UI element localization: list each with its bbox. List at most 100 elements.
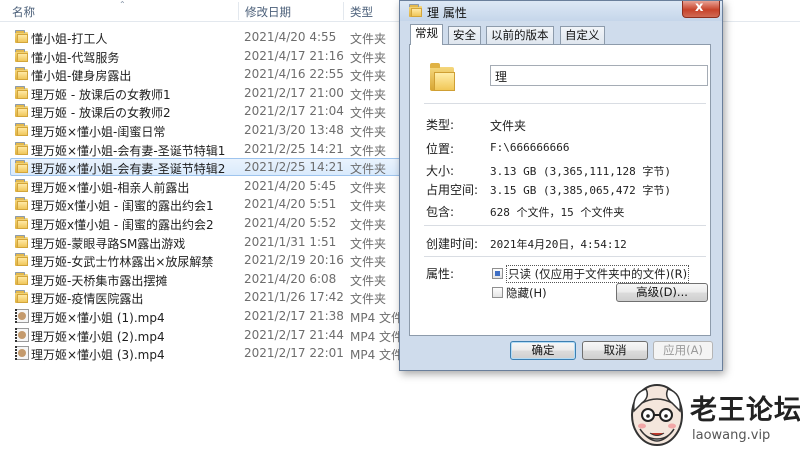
watermark: 老王论坛 laowang.vip bbox=[626, 378, 800, 458]
file-date: 2021/4/16 22:55 bbox=[244, 67, 344, 82]
properties-dialog: 理 属性 x 常规 安全 以前的版本 自定义 理 类型: 文件夹 位置: F:\… bbox=[399, 0, 723, 371]
readonly-label[interactable]: 只读 (仅应用于文件夹中的文件)(R) bbox=[506, 265, 690, 283]
file-type: 文件夹 bbox=[350, 124, 387, 139]
file-type: MP4 文件 bbox=[350, 329, 404, 344]
file-name: 理万姬×懂小姐-会有妻-圣诞节特辑2 bbox=[31, 162, 226, 177]
file-type: 文件夹 bbox=[350, 292, 387, 307]
location-label: 位置: bbox=[426, 142, 455, 156]
file-name: 理万姬x懂小姐 - 闺蜜的露出约会2 bbox=[31, 217, 214, 232]
file-date: 2021/2/17 21:38 bbox=[244, 308, 344, 323]
file-date: 2021/3/20 13:48 bbox=[244, 122, 344, 137]
file-date: 2021/2/17 21:00 bbox=[244, 85, 344, 100]
cancel-button[interactable]: 取消 bbox=[582, 341, 648, 360]
folder-icon bbox=[14, 271, 30, 286]
file-name: 懂小姐-代驾服务 bbox=[31, 50, 120, 65]
folder-icon bbox=[14, 141, 30, 156]
old-man-avatar-icon bbox=[631, 384, 683, 446]
file-date: 2021/4/17 21:16 bbox=[244, 48, 344, 63]
tab-general[interactable]: 常规 bbox=[410, 24, 443, 45]
disk-size-value: 3.15 GB (3,385,065,472 字节) bbox=[490, 184, 671, 197]
file-type: MP4 文件 bbox=[350, 310, 404, 325]
folder-icon bbox=[14, 85, 30, 100]
close-button[interactable]: x bbox=[682, 0, 720, 18]
hidden-checkbox[interactable] bbox=[492, 287, 503, 298]
watermark-url: laowang.vip bbox=[692, 428, 771, 443]
folder-icon bbox=[14, 178, 30, 193]
file-type: 文件夹 bbox=[350, 180, 387, 195]
general-panel: 理 类型: 文件夹 位置: F:\666666666 大小: 3.13 GB (… bbox=[409, 44, 711, 336]
folder-icon bbox=[14, 197, 30, 211]
folder-icon bbox=[14, 104, 30, 118]
column-type[interactable]: 类型 bbox=[350, 4, 373, 20]
sort-arrow-icon: ⌃ bbox=[119, 0, 126, 9]
folder-icon bbox=[14, 234, 30, 249]
file-date: 2021/4/20 4:55 bbox=[244, 30, 337, 44]
video-file-icon bbox=[14, 346, 30, 361]
file-date: 2021/2/25 14:21 bbox=[244, 160, 344, 175]
file-date: 2021/1/26 17:42 bbox=[244, 290, 344, 305]
file-name: 理万姬 - 放课后の女教师2 bbox=[31, 106, 171, 121]
column-name[interactable]: 名称 bbox=[12, 4, 35, 20]
file-date: 2021/1/31 1:51 bbox=[244, 234, 337, 249]
readonly-checkbox[interactable] bbox=[492, 268, 503, 279]
file-name: 理万姬-疫情医院露出 bbox=[31, 292, 144, 307]
folder-icon bbox=[14, 253, 30, 267]
file-type: 文件夹 bbox=[350, 273, 387, 288]
file-date: 2021/2/17 21:44 bbox=[244, 327, 344, 342]
created-label: 创建时间: bbox=[426, 237, 479, 251]
file-date: 2021/4/20 5:51 bbox=[244, 197, 337, 212]
file-type: 文件夹 bbox=[350, 255, 387, 270]
column-date[interactable]: 修改日期 bbox=[245, 4, 291, 20]
apply-button[interactable]: 应用(A) bbox=[653, 341, 713, 360]
disk-size-label: 占用空间: bbox=[426, 183, 479, 197]
file-name: 懂小姐-健身房露出 bbox=[31, 69, 132, 84]
folder-icon bbox=[408, 4, 422, 17]
contains-label: 包含: bbox=[426, 205, 455, 219]
file-date: 2021/2/17 21:04 bbox=[244, 104, 344, 119]
advanced-button[interactable]: 高级(D)... bbox=[616, 283, 708, 302]
divider bbox=[424, 256, 706, 257]
file-type: 文件夹 bbox=[350, 69, 387, 84]
file-date: 2021/4/20 5:45 bbox=[244, 178, 337, 193]
folder-icon bbox=[14, 122, 30, 137]
file-name: 理万姬-蒙眼寻路SM露出游戏 bbox=[31, 236, 186, 251]
close-icon: x bbox=[695, 0, 704, 15]
file-type: 文件夹 bbox=[350, 32, 387, 46]
file-type: 文件夹 bbox=[350, 106, 387, 121]
tab-previous-versions[interactable]: 以前的版本 bbox=[486, 26, 554, 44]
file-name: 理万姬×懂小姐-会有妻-圣诞节特辑1 bbox=[31, 143, 226, 158]
hidden-label[interactable]: 隐藏(H) bbox=[506, 285, 547, 301]
type-value: 文件夹 bbox=[490, 119, 527, 133]
column-separator[interactable] bbox=[238, 2, 239, 20]
file-name: 懂小姐-打工人 bbox=[31, 32, 108, 46]
file-date: 2021/2/19 20:16 bbox=[244, 253, 344, 268]
folder-name-input[interactable]: 理 bbox=[490, 65, 708, 86]
tab-security[interactable]: 安全 bbox=[448, 26, 481, 44]
folder-icon bbox=[14, 290, 30, 304]
file-name: 理万姬-天桥集市露出摆摊 bbox=[31, 273, 168, 288]
size-label: 大小: bbox=[426, 164, 455, 178]
file-name: 理万姬×懂小姐 (3).mp4 bbox=[31, 348, 165, 363]
folder-icon bbox=[14, 48, 30, 63]
folder-icon bbox=[14, 215, 30, 230]
file-name: 理万姬 - 放课后の女教师1 bbox=[31, 87, 171, 102]
column-separator[interactable] bbox=[343, 2, 344, 20]
folder-icon bbox=[428, 63, 456, 93]
dialog-titlebar[interactable]: 理 属性 x bbox=[400, 0, 722, 21]
contains-value: 628 个文件，15 个文件夹 bbox=[490, 206, 625, 219]
dialog-client: 常规 安全 以前的版本 自定义 理 类型: 文件夹 位置: F:\6666666… bbox=[406, 21, 716, 366]
file-name: 理万姬x懂小姐 - 闺蜜的露出约会1 bbox=[31, 199, 214, 214]
ok-button[interactable]: 确定 bbox=[510, 341, 576, 360]
file-type: 文件夹 bbox=[350, 236, 387, 251]
file-name: 理万姬×懂小姐 (2).mp4 bbox=[31, 329, 165, 344]
tab-strip: 常规 安全 以前的版本 自定义 bbox=[410, 24, 710, 45]
file-date: 2021/4/20 5:52 bbox=[244, 215, 337, 230]
file-name: 理万姬×懂小姐-相亲人前露出 bbox=[31, 180, 190, 195]
tab-customize[interactable]: 自定义 bbox=[560, 26, 605, 44]
video-file-icon bbox=[14, 327, 30, 342]
folder-icon bbox=[14, 67, 30, 81]
size-value: 3.13 GB (3,365,111,128 字节) bbox=[490, 165, 671, 178]
file-name: 理万姬-女武士竹林露出×放尿解禁 bbox=[31, 255, 214, 270]
dialog-title: 理 属性 bbox=[427, 6, 467, 20]
file-type: 文件夹 bbox=[350, 162, 387, 177]
